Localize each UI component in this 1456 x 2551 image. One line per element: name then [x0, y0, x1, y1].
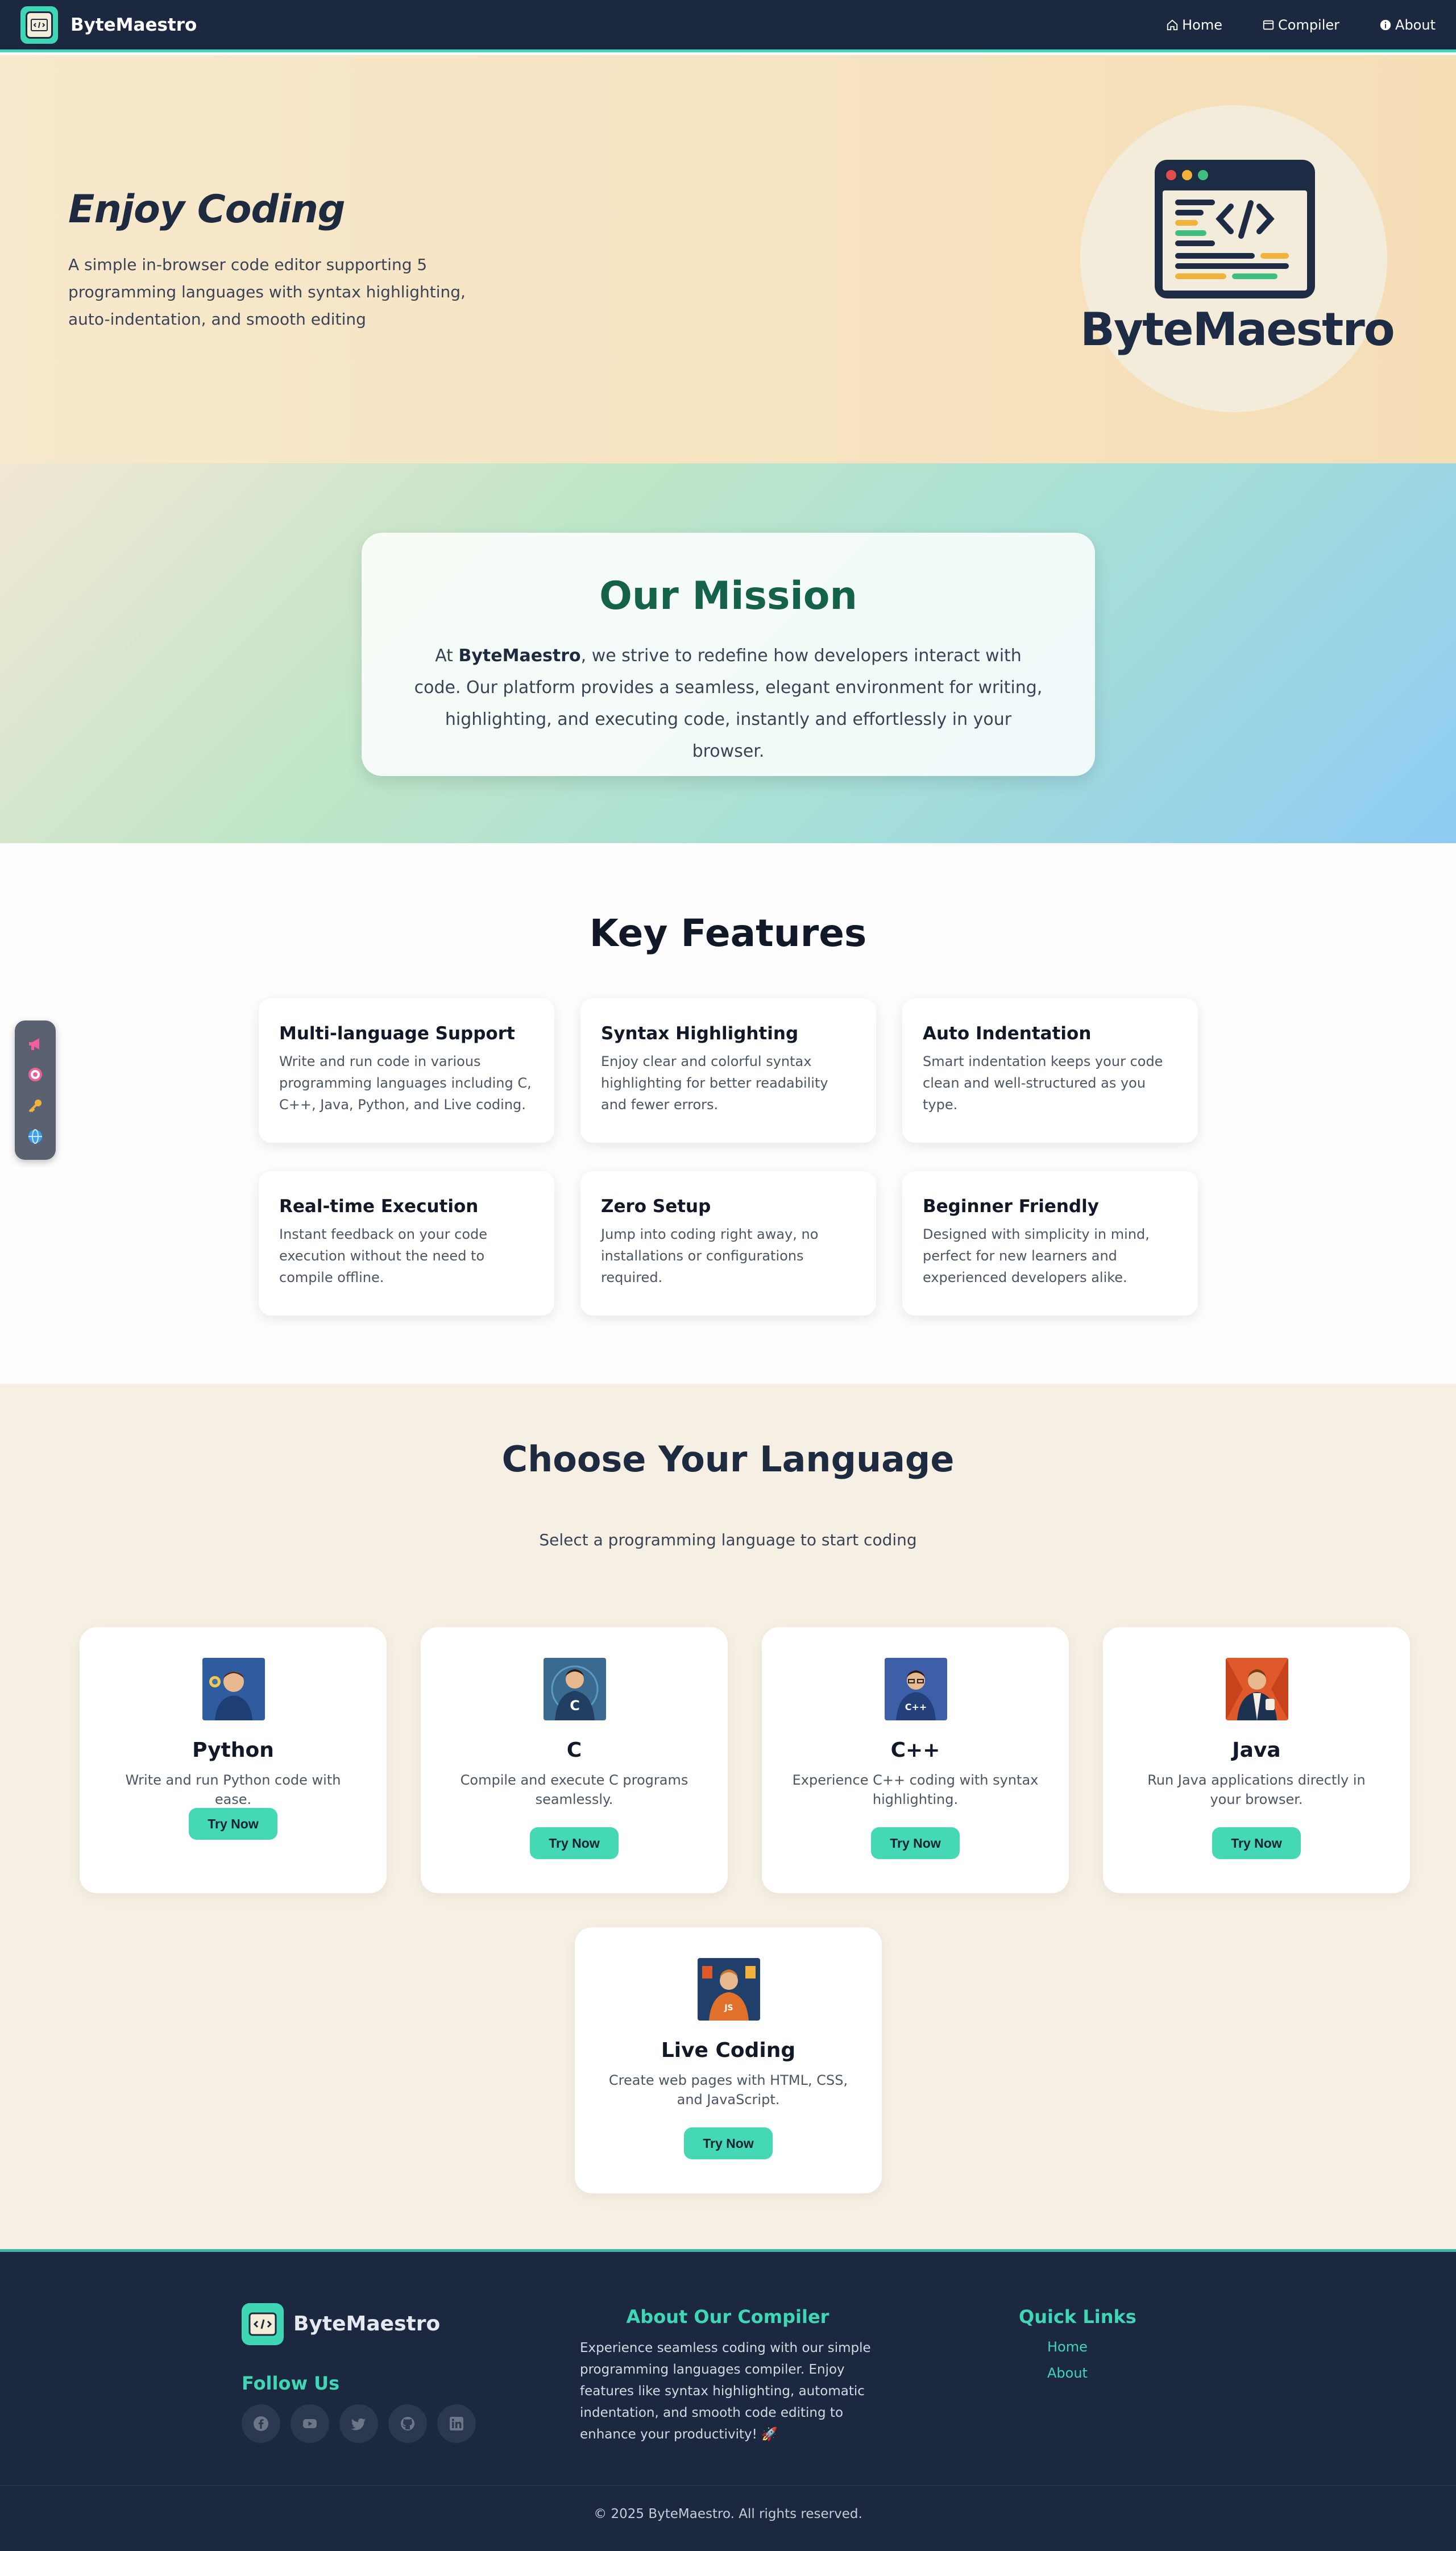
feature-title: Beginner Friendly	[923, 1196, 1099, 1217]
language-card-python[interactable]: Python Write and run Python code with ea…	[80, 1627, 387, 1893]
language-card-live-coding[interactable]: JS Live Coding Create web pages with HTM…	[575, 1927, 882, 2193]
java-avatar	[1226, 1658, 1288, 1720]
language-name: Java	[1232, 1739, 1281, 1762]
top-navbar: ByteMaestro Home Compiler About	[0, 0, 1456, 52]
language-card-c[interactable]: C C Compile and execute C programs seaml…	[421, 1627, 728, 1893]
facebook-icon[interactable]	[242, 2404, 280, 2443]
mission-text: At ByteMaestro, we strive to redefine ho…	[414, 646, 1043, 761]
feature-title: Zero Setup	[601, 1196, 711, 1217]
feature-desc: Write and run code in various programmin…	[279, 1053, 532, 1113]
twitter-icon[interactable]	[339, 2404, 378, 2443]
python-avatar	[202, 1658, 265, 1720]
svg-text:JS: JS	[724, 2004, 733, 2013]
language-name: C++	[890, 1739, 940, 1762]
info-icon	[1380, 19, 1391, 30]
about-compiler-title: About Our Compiler	[626, 2306, 829, 2328]
try-now-button-cpp[interactable]: Try Now	[871, 1827, 960, 1859]
nav-link-label: Compiler	[1278, 16, 1340, 33]
target-icon[interactable]	[24, 1063, 47, 1086]
features-title: Key Features	[589, 911, 867, 955]
brand-logo-icon[interactable]	[20, 6, 58, 44]
c-avatar: C	[544, 1658, 606, 1720]
try-now-button-live-coding[interactable]: Try Now	[684, 2127, 773, 2159]
footer-link-home[interactable]: Home	[1047, 2339, 1088, 2355]
language-name: C	[566, 1739, 582, 1762]
code-window-icon	[1155, 160, 1315, 298]
github-icon[interactable]	[388, 2404, 427, 2443]
feature-title: Real-time Execution	[279, 1196, 479, 1217]
quick-links-title: Quick Links	[1019, 2306, 1136, 2328]
hero-section: Enjoy Coding A simple in-browser code ed…	[0, 55, 1456, 463]
feature-card: Zero Setup Jump into coding right away, …	[580, 1171, 876, 1316]
language-name: Live Coding	[661, 2039, 796, 2062]
feature-title: Auto Indentation	[923, 1023, 1092, 1044]
languages-title: Choose Your Language	[501, 1438, 955, 1480]
feature-title: Syntax Highlighting	[601, 1023, 799, 1044]
feature-card: Syntax Highlighting Enjoy clear and colo…	[580, 998, 876, 1143]
footer-link-about[interactable]: About	[1047, 2365, 1088, 2381]
feature-desc: Instant feedback on your code execution …	[279, 1226, 488, 1285]
language-desc: Run Java applications directly in your b…	[1147, 1772, 1366, 1807]
about-compiler-text: Experience seamless coding with our simp…	[580, 2341, 871, 2442]
copyright-text: © 2025 ByteMaestro. All rights reserved.	[594, 2507, 862, 2521]
language-desc: Experience C++ coding with syntax highli…	[792, 1772, 1039, 1807]
key-icon[interactable]	[24, 1094, 47, 1117]
try-now-button-python[interactable]: Try Now	[189, 1808, 277, 1840]
feature-card: Auto Indentation Smart indentation keeps…	[902, 998, 1198, 1143]
mission-card: Our Mission At ByteMaestro, we strive to…	[362, 533, 1095, 776]
floating-toolbar	[15, 1021, 56, 1160]
social-links	[242, 2404, 476, 2443]
brand-name[interactable]: ByteMaestro	[70, 15, 197, 35]
nav-links: Home Compiler About	[1126, 17, 1436, 33]
globe-icon[interactable]	[24, 1125, 47, 1148]
cpp-avatar: C++	[885, 1658, 947, 1720]
hero-logo-text: ByteMaestro	[1080, 303, 1395, 356]
window-icon	[1263, 20, 1274, 30]
linkedin-icon[interactable]	[437, 2404, 476, 2443]
language-card-cpp[interactable]: C++ C++ Experience C++ coding with synta…	[762, 1627, 1069, 1893]
megaphone-icon[interactable]	[24, 1032, 47, 1055]
footer-brand: ByteMaestro	[293, 2312, 441, 2336]
home-icon	[1167, 19, 1178, 30]
mission-brand: ByteMaestro	[458, 646, 581, 666]
nav-link-label: About	[1395, 16, 1436, 33]
svg-text:C: C	[570, 1698, 580, 1714]
footer-divider	[0, 2485, 1456, 2486]
hero-description: A simple in-browser code editor supporti…	[68, 255, 466, 329]
feature-card: Beginner Friendly Designed with simplici…	[902, 1171, 1198, 1316]
mission-section: Our Mission At ByteMaestro, we strive to…	[0, 463, 1456, 843]
features-section: Key Features Multi-language Support Writ…	[0, 843, 1456, 1384]
languages-section: Choose Your Language Select a programmin…	[0, 1384, 1456, 2249]
feature-card: Multi-language Support Write and run cod…	[259, 998, 554, 1143]
hero-logo-graphic: ByteMaestro	[1080, 105, 1395, 412]
follow-us-title: Follow Us	[242, 2372, 340, 2394]
try-now-button-c[interactable]: Try Now	[530, 1827, 619, 1859]
footer-logo-icon[interactable]	[242, 2303, 284, 2345]
feature-card: Real-time Execution Instant feedback on …	[259, 1171, 554, 1316]
nav-link-home[interactable]: Home	[1166, 17, 1222, 33]
feature-desc: Enjoy clear and colorful syntax highligh…	[601, 1053, 828, 1113]
language-name: Python	[192, 1739, 274, 1762]
nav-link-compiler[interactable]: Compiler	[1262, 17, 1339, 33]
languages-subtitle: Select a programming language to start c…	[539, 1530, 917, 1549]
feature-desc: Designed with simplicity in mind, perfec…	[923, 1226, 1150, 1285]
hero-title: Enjoy Coding	[68, 187, 346, 232]
svg-text:C++: C++	[905, 1702, 927, 1712]
mission-title: Our Mission	[599, 574, 857, 619]
footer: ByteMaestro Follow Us About Our Compiler…	[0, 2249, 1456, 2551]
youtube-icon[interactable]	[291, 2404, 329, 2443]
language-desc: Create web pages with HTML, CSS, and Jav…	[608, 2072, 848, 2108]
nav-link-about[interactable]: About	[1379, 17, 1436, 33]
language-desc: Compile and execute C programs seamlessl…	[460, 1772, 688, 1807]
feature-title: Multi-language Support	[279, 1023, 515, 1044]
try-now-button-java[interactable]: Try Now	[1212, 1827, 1301, 1859]
feature-desc: Smart indentation keeps your code clean …	[923, 1053, 1163, 1113]
language-desc: Write and run Python code with ease.	[125, 1772, 341, 1807]
feature-desc: Jump into coding right away, no installa…	[601, 1226, 819, 1285]
live-coding-avatar: JS	[698, 1958, 760, 2021]
nav-link-label: Home	[1182, 16, 1222, 33]
language-card-java[interactable]: Java Run Java applications directly in y…	[1103, 1627, 1410, 1893]
